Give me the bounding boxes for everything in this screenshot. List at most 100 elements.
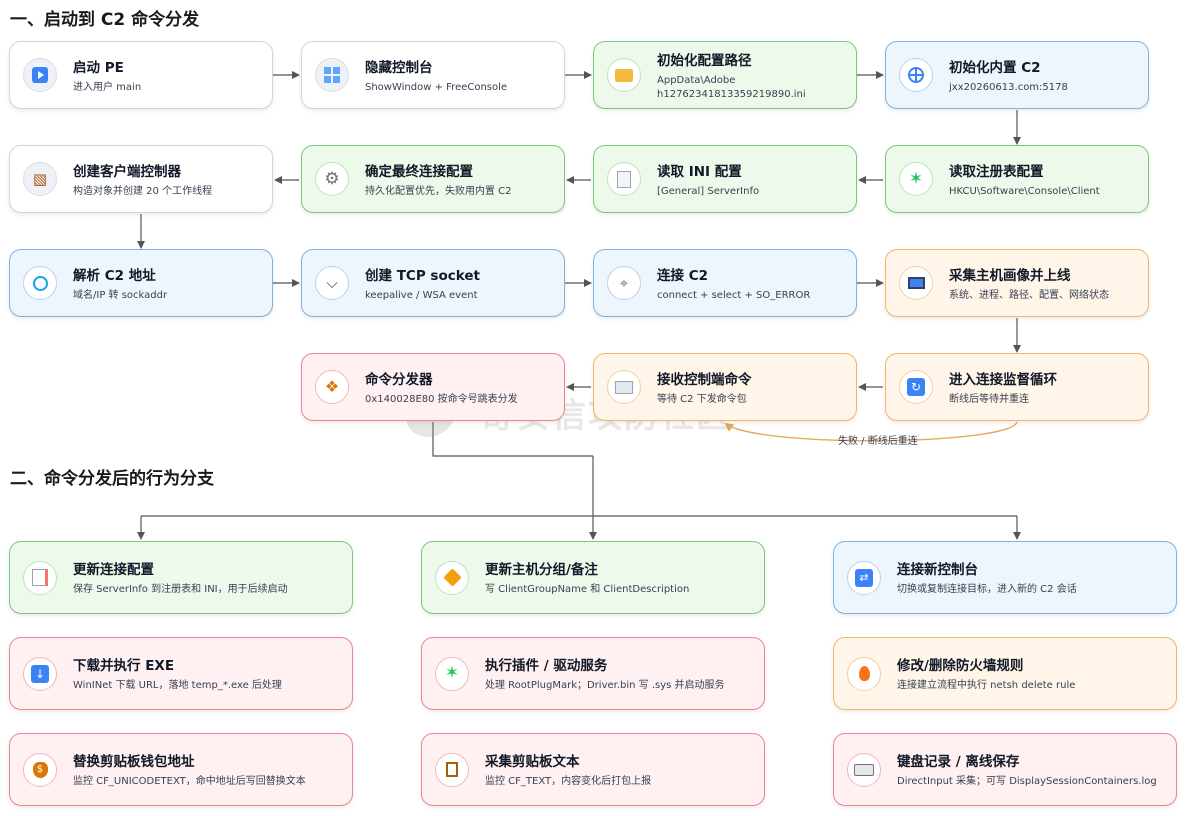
branch-title: 替换剪贴板钱包地址 <box>73 754 195 770</box>
branch-subtitle: 监控 CF_UNICODETEXT，命中地址后写回替换文本 <box>73 776 306 787</box>
node-title: 连接 C2 <box>657 267 709 284</box>
node-subtitle: 系统、进程、路径、配置、网络状态 <box>949 289 1109 301</box>
node-subtitle-line1: AppData\Adobe <box>657 74 736 86</box>
section-title-startup: 一、启动到 C2 命令分发 <box>10 10 200 30</box>
node-start-pe[interactable]: 启动 PE 进入用户 main <box>9 41 273 109</box>
node-subtitle: 0x140028E80 按命令号跳表分发 <box>365 393 518 405</box>
reconnect-loop-label: 失败 / 断线后重连 <box>838 436 918 447</box>
tag-icon <box>435 560 469 595</box>
play-icon <box>23 58 57 92</box>
branch-subtitle: 切换或复制连接目标，进入新的 C2 会话 <box>897 584 1077 595</box>
gear-icon: ⚙ <box>315 162 349 196</box>
branch-title: 下载并执行 EXE <box>73 658 175 674</box>
node-final-connection-config[interactable]: ⚙ 确定最终连接配置持久化配置优先，失败用内置 C2 <box>301 145 565 213</box>
branch-title: 更新主机分组/备注 <box>485 562 598 578</box>
node-subtitle: connect + select + SO_ERROR <box>657 289 811 301</box>
node-init-config-path[interactable]: 初始化配置路径 AppData\Adobe h1276234181335921989… <box>593 41 857 109</box>
node-connection-supervisor-loop[interactable]: ↻ 进入连接监督循环断线后等待并重连 <box>885 353 1149 421</box>
branch-title: 连接新控制台 <box>897 562 978 578</box>
branch-connect-new-console[interactable]: ⇄ 连接新控制台切换或复制连接目标，进入新的 C2 会话 <box>833 541 1177 614</box>
node-init-builtin-c2[interactable]: 初始化内置 C2 jxx20260613.com:5178 <box>885 41 1149 109</box>
branch-subtitle: WinINet 下载 URL，落地 temp_*.exe 后处理 <box>73 680 282 691</box>
branch-title: 执行插件 / 驱动服务 <box>485 658 608 674</box>
node-title: 命令分发器 <box>365 371 433 388</box>
node-read-registry-config[interactable]: ✶ 读取注册表配置 HKCU\Software\Console\Client <box>885 145 1149 213</box>
money-bag-icon: $ <box>23 752 57 787</box>
puzzle-icon: ✶ <box>899 162 933 196</box>
node-subtitle: 断线后等待并重连 <box>949 393 1029 405</box>
branch-clipboard-wallet-swap[interactable]: $ 替换剪贴板钱包地址监控 CF_UNICODETEXT，命中地址后写回替换文本 <box>9 733 353 806</box>
branch-subtitle: 写 ClientGroupName 和 ClientDescription <box>485 584 690 595</box>
node-title: 采集主机画像并上线 <box>949 267 1071 284</box>
node-title: 进入连接监督循环 <box>949 371 1057 388</box>
globe-icon <box>899 58 933 92</box>
clipboard-icon <box>435 752 469 787</box>
branch-subtitle: 连接建立流程中执行 netsh delete rule <box>897 680 1076 691</box>
plug-icon: ⌵ <box>315 266 349 300</box>
node-command-dispatcher[interactable]: ❖ 命令分发器 0x140028E80 按命令号跳表分发 <box>301 353 565 421</box>
branch-update-connection-config[interactable]: 更新连接配置保存 ServerInfo 到注册表和 INI，用于后续启动 <box>9 541 353 614</box>
node-title: 隐藏控制台 <box>365 59 433 76</box>
node-receive-command[interactable]: 接收控制端命令等待 C2 下发命令包 <box>593 353 857 421</box>
branch-firewall-rules[interactable]: 修改/删除防火墙规则连接建立流程中执行 netsh delete rule <box>833 637 1177 710</box>
section-title-branches: 二、命令分发后的行为分支 <box>10 469 214 489</box>
spool-icon: ▧ <box>23 162 57 196</box>
document-icon <box>607 162 641 196</box>
magnifier-icon <box>23 266 57 300</box>
node-title: 初始化配置路径 <box>657 52 752 69</box>
node-title: 解析 C2 地址 <box>73 267 156 284</box>
branch-update-host-group[interactable]: 更新主机分组/备注写 ClientGroupName 和 ClientDescr… <box>421 541 765 614</box>
node-title: 启动 PE <box>73 59 124 76</box>
branch-title: 采集剪贴板文本 <box>485 754 580 770</box>
node-hide-console[interactable]: 隐藏控制台 ShowWindow + FreeConsole <box>301 41 565 109</box>
branch-subtitle: DirectInput 采集；可写 DisplaySessionContaine… <box>897 776 1157 787</box>
monitor-icon <box>899 266 933 300</box>
node-create-client-controller[interactable]: ▧ 创建客户端控制器构造对象并创建 20 个工作线程 <box>9 145 273 213</box>
node-subtitle: keepalive / WSA event <box>365 289 478 301</box>
node-title: 读取 INI 配置 <box>657 163 742 180</box>
node-subtitle: 构造对象并创建 20 个工作线程 <box>73 185 213 197</box>
node-create-tcp-socket[interactable]: ⌵ 创建 TCP socket keepalive / WSA event <box>301 249 565 317</box>
node-subtitle: 持久化配置优先，失败用内置 C2 <box>365 185 512 197</box>
branch-download-exec-exe[interactable]: ↓ 下载并执行 EXE WinINet 下载 URL，落地 temp_*.exe … <box>9 637 353 710</box>
node-title: 确定最终连接配置 <box>365 163 473 180</box>
node-subtitle: 域名/IP 转 sockaddr <box>73 289 168 301</box>
node-read-ini-config[interactable]: 读取 INI 配置 [General] ServerInfo <box>593 145 857 213</box>
node-resolve-c2-address[interactable]: 解析 C2 地址域名/IP 转 sockaddr <box>9 249 273 317</box>
branch-subtitle: 处理 RootPlugMark；Driver.bin 写 .sys 并启动服务 <box>485 680 725 691</box>
keyboard-icon <box>847 752 881 787</box>
node-title: 接收控制端命令 <box>657 371 752 388</box>
branch-exec-plugin-driver[interactable]: ✶ 执行插件 / 驱动服务处理 RootPlugMark；Driver.bin … <box>421 637 765 710</box>
memo-icon <box>23 560 57 595</box>
node-subtitle: [General] ServerInfo <box>657 185 760 197</box>
node-title: 初始化内置 C2 <box>949 59 1041 76</box>
satellite-icon: ⌖ <box>607 266 641 300</box>
node-subtitle: ShowWindow + FreeConsole <box>365 81 508 93</box>
branch-subtitle: 保存 ServerInfo 到注册表和 INI，用于后续启动 <box>73 584 288 595</box>
node-title: 读取注册表配置 <box>949 163 1044 180</box>
shuffle-icon: ⇄ <box>847 560 881 595</box>
compass-icon: ❖ <box>315 370 349 404</box>
branch-keylogger[interactable]: 键盘记录 / 离线保存 DirectInput 采集；可写 DisplaySess… <box>833 733 1177 806</box>
branch-title: 键盘记录 / 离线保存 <box>897 754 1020 770</box>
node-title: 创建 TCP socket <box>365 267 480 284</box>
download-icon: ↓ <box>23 656 57 691</box>
node-subtitle: 等待 C2 下发命令包 <box>657 393 747 405</box>
node-subtitle: HKCU\Software\Console\Client <box>949 185 1100 197</box>
node-subtitle: 进入用户 main <box>73 81 142 93</box>
branch-title: 修改/删除防火墙规则 <box>897 658 1024 674</box>
node-title: 创建客户端控制器 <box>73 163 181 180</box>
repeat-icon: ↻ <box>899 370 933 404</box>
node-connect-c2[interactable]: ⌖ 连接 C2 connect + select + SO_ERROR <box>593 249 857 317</box>
node-collect-host-profile[interactable]: 采集主机画像并上线系统、进程、路径、配置、网络状态 <box>885 249 1149 317</box>
branch-title: 更新连接配置 <box>73 562 154 578</box>
branch-subtitle: 监控 CF_TEXT，内容变化后打包上报 <box>485 776 652 787</box>
inbox-icon <box>607 370 641 404</box>
puzzle-icon: ✶ <box>435 656 469 691</box>
window-icon <box>315 58 349 92</box>
node-subtitle: jxx20260613.com:5178 <box>949 81 1068 93</box>
node-subtitle-line2: h12762341813359219890.ini <box>657 88 806 100</box>
fire-icon <box>847 656 881 691</box>
branch-clipboard-text-collect[interactable]: 采集剪贴板文本监控 CF_TEXT，内容变化后打包上报 <box>421 733 765 806</box>
folder-icon <box>607 58 641 92</box>
